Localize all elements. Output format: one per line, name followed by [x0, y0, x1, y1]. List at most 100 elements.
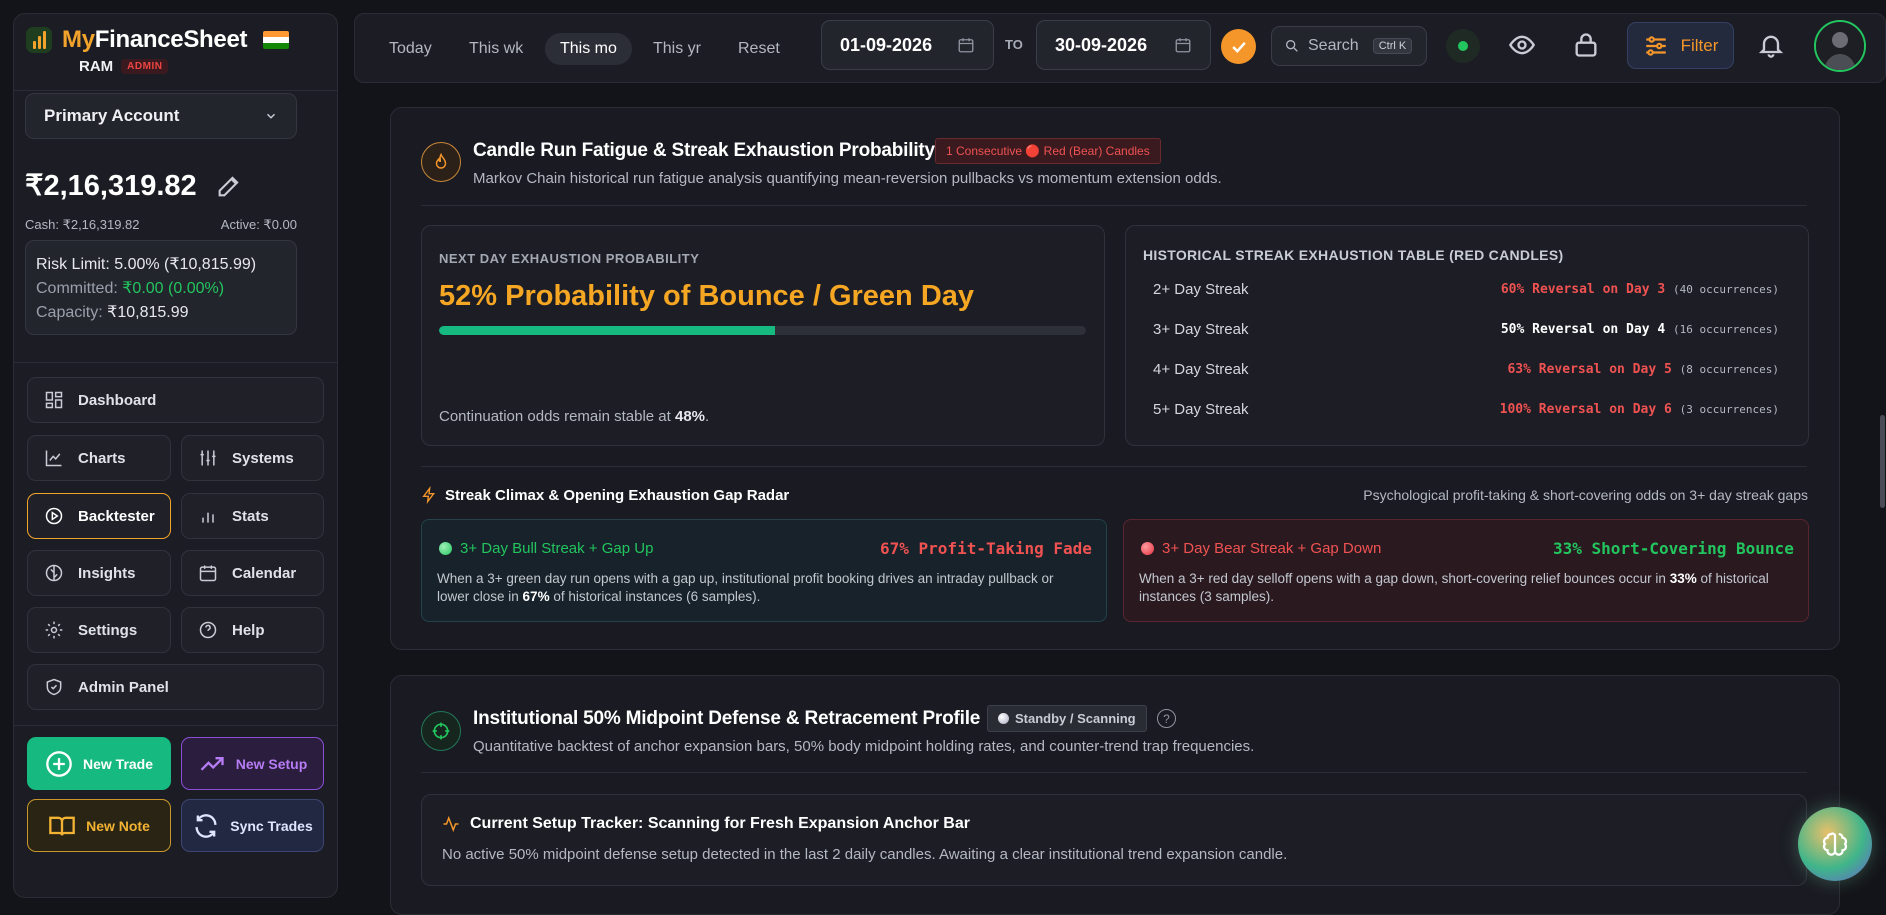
bull-streak-title: 3+ Day Bull Streak + Gap Up: [460, 540, 654, 557]
nav-dashboard[interactable]: Dashboard: [27, 377, 324, 423]
risk-limit-value: 5.00% (₹10,815.99): [114, 256, 257, 273]
gear-icon: [45, 621, 63, 639]
occurrence-count: (3 occurrences): [1679, 403, 1779, 416]
lock-button[interactable]: [1572, 30, 1600, 65]
brand-name-part1: My: [62, 26, 95, 53]
search-label: Search: [1308, 37, 1359, 54]
avatar[interactable]: [1814, 20, 1866, 72]
new-trade-label: New Trade: [82, 755, 154, 772]
nav-backtester-label: Backtester: [78, 507, 155, 525]
nav-insights[interactable]: Insights: [27, 550, 171, 596]
tab-this-month[interactable]: This mo: [545, 33, 632, 65]
notifications-button[interactable]: [1757, 30, 1785, 65]
chevron-down-icon: [266, 113, 276, 119]
tab-today[interactable]: Today: [374, 33, 447, 65]
table-row: 5+ Day Streak 100% Reversal on Day 6 (3 …: [1153, 401, 1779, 418]
streak-length: 5+ Day Streak: [1153, 401, 1249, 418]
nav-systems[interactable]: Systems: [181, 435, 324, 481]
book-open-icon: [49, 816, 75, 836]
lock-icon: [1575, 33, 1597, 57]
brand-logo[interactable]: MyFinanceSheet: [26, 26, 290, 54]
divider: [421, 466, 1807, 467]
next-day-label: NEXT DAY EXHAUSTION PROBABILITY: [439, 251, 700, 266]
bounce-probability-headline: 52% Probability of Bounce / Green Day: [439, 280, 975, 312]
bar-chart-icon: [202, 512, 214, 523]
bell-icon: [1758, 35, 1784, 58]
activity-pulse-icon: [443, 815, 459, 833]
lightning-icon: [422, 486, 435, 504]
sync-trades-button[interactable]: Sync Trades: [181, 799, 324, 852]
ai-assistant-button[interactable]: [1798, 807, 1872, 881]
nav-insights-label: Insights: [78, 564, 136, 582]
help-question-icon[interactable]: ?: [1157, 709, 1176, 728]
nav-dashboard-label: Dashboard: [78, 391, 157, 409]
trending-up-icon: [200, 756, 224, 771]
filter-button[interactable]: Filter: [1627, 22, 1734, 69]
visibility-toggle[interactable]: [1508, 31, 1536, 64]
date-to-value: 30-09-2026: [1055, 34, 1148, 55]
nav-backtester[interactable]: Backtester: [27, 493, 171, 539]
bull-streak-stat: 67% Profit-Taking Fade: [880, 539, 1092, 558]
nav-settings[interactable]: Settings: [27, 607, 171, 653]
date-from-input[interactable]: 01-09-2026: [821, 20, 994, 70]
brain-icon: [45, 564, 63, 582]
nav-stats[interactable]: Stats: [181, 493, 324, 539]
nav-admin-label: Admin Panel: [78, 678, 169, 696]
sync-trades-label: Sync Trades: [230, 817, 313, 834]
new-note-label: New Note: [86, 817, 150, 834]
nav-charts-label: Charts: [78, 449, 126, 467]
committed-label: Committed:: [36, 280, 118, 297]
nav-help-label: Help: [232, 621, 265, 639]
reversal-result: 100% Reversal on Day 6: [1499, 402, 1672, 417]
streak-card-title: Candle Run Fatigue & Streak Exhaustion P…: [473, 140, 935, 161]
continuation-text: Continuation odds remain stable at: [439, 408, 675, 425]
capacity-label: Capacity:: [36, 304, 103, 321]
occurrence-count: (8 occurrences): [1679, 363, 1779, 376]
capacity-value: ₹10,815.99: [107, 304, 189, 321]
nav-help[interactable]: Help: [181, 607, 324, 653]
account-selector[interactable]: Primary Account: [25, 93, 297, 139]
calendar-icon: [1175, 38, 1191, 53]
target-badge: [421, 711, 461, 751]
new-setup-label: New Setup: [235, 755, 308, 772]
radar-header: Streak Climax & Opening Exhaustion Gap R…: [421, 486, 789, 504]
setup-tracker-header: Current Setup Tracker: Scanning for Fres…: [441, 815, 970, 833]
divider: [13, 725, 338, 726]
occurrence-count: (16 occurrences): [1673, 323, 1779, 336]
filter-sliders-icon: [1645, 35, 1666, 56]
tab-reset[interactable]: Reset: [723, 33, 795, 65]
search-box[interactable]: Search Ctrl K: [1271, 26, 1427, 66]
bull-streak-description: When a 3+ green day run opens with a gap…: [437, 570, 1077, 606]
nav-charts[interactable]: Charts: [27, 435, 171, 481]
sync-icon: [195, 813, 217, 838]
edit-pencil-icon[interactable]: [215, 172, 243, 200]
new-setup-button[interactable]: New Setup: [181, 737, 324, 790]
continuation-value: 48%: [674, 408, 706, 425]
setup-tracker-title: Current Setup Tracker: Scanning for Fres…: [470, 815, 970, 832]
nav-admin-panel[interactable]: Admin Panel: [27, 664, 324, 710]
green-circle-icon: [439, 542, 452, 555]
streak-length: 3+ Day Streak: [1153, 321, 1249, 338]
new-note-button[interactable]: New Note: [27, 799, 171, 852]
tab-this-week[interactable]: This wk: [454, 33, 538, 65]
committed-value: ₹0.00 (0.00%): [122, 280, 225, 297]
cash-value: Cash: ₹2,16,319.82: [25, 217, 140, 232]
eye-icon: [1508, 35, 1536, 55]
nav-calendar[interactable]: Calendar: [181, 550, 324, 596]
bear-streak-header: 3+ Day Bear Streak + Gap Down: [1141, 540, 1381, 557]
search-shortcut: Ctrl K: [1372, 38, 1413, 54]
tab-this-year[interactable]: This yr: [638, 33, 716, 65]
new-trade-button[interactable]: New Trade: [27, 737, 171, 790]
help-circle-icon: [199, 621, 217, 639]
probability-bar-fill: [439, 326, 776, 335]
setup-tracker-panel: [421, 794, 1807, 886]
scrollbar-thumb[interactable]: [1880, 415, 1885, 508]
nav-stats-label: Stats: [232, 507, 269, 525]
bear-percent: 33%: [1669, 571, 1697, 586]
account-balance: ₹2,16,319.82: [25, 170, 197, 202]
apply-date-button[interactable]: [1221, 29, 1256, 64]
nav-systems-label: Systems: [232, 449, 294, 467]
plus-circle-icon: [46, 750, 72, 777]
date-to-input[interactable]: 30-09-2026: [1036, 20, 1211, 70]
midpoint-card-title: Institutional 50% Midpoint Defense & Ret…: [473, 708, 981, 729]
